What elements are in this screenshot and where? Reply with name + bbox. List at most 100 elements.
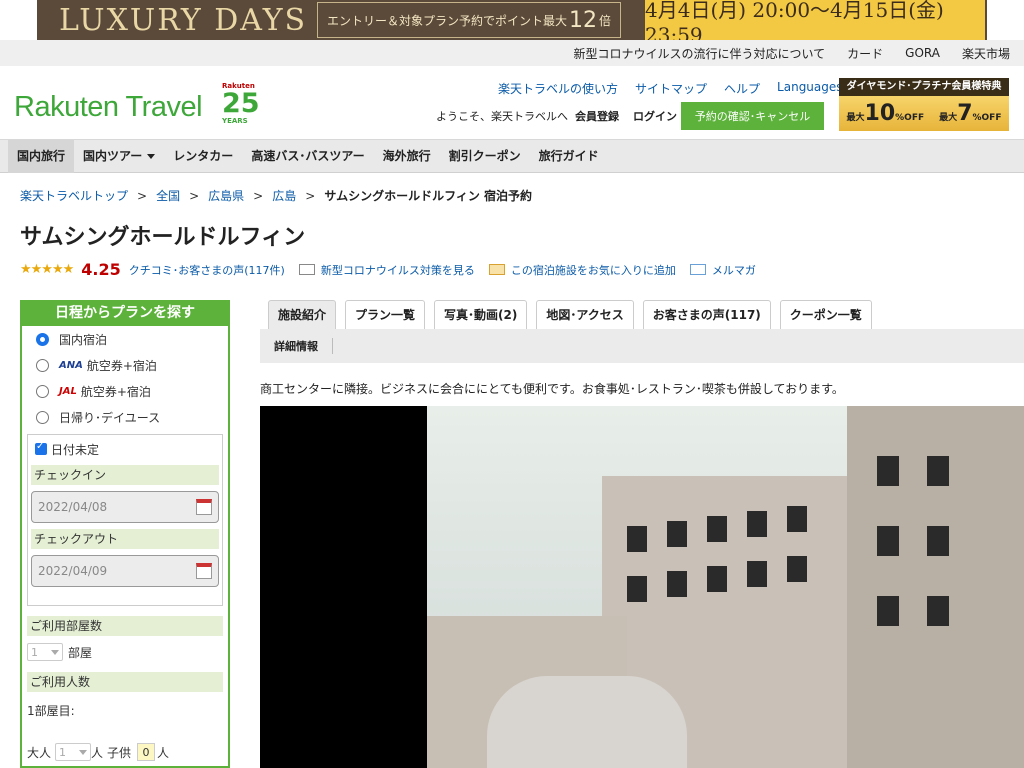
breadcrumb-sep: > (189, 188, 200, 203)
radio-icon[interactable] (36, 384, 49, 398)
util-link-covid[interactable]: 新型コロナウイルスの流行に伴う対応について (574, 45, 826, 62)
rooms-unit: 部屋 (68, 645, 93, 660)
nav-overseas[interactable]: 海外旅行 (374, 140, 440, 173)
window-shape (707, 566, 727, 592)
favorite-icon (488, 264, 505, 275)
rooms-select[interactable]: 1 (27, 643, 63, 661)
breadcrumb-sep: > (305, 188, 316, 203)
window-shape (787, 556, 807, 582)
child-input[interactable]: 0 (137, 743, 156, 761)
member-benefit-offers: 最大10%OFF 最大7%OFF (839, 96, 1009, 131)
hotel-building-image (427, 406, 1024, 768)
nav-domestic[interactable]: 国内旅行 (8, 139, 75, 173)
offer-platinum: 最大7%OFF (939, 101, 1001, 126)
option-jal[interactable]: JAL 航空券+宿泊 (22, 378, 228, 404)
child-unit: 人 (157, 745, 170, 760)
rating-score: 4.25 (81, 260, 121, 279)
tab-overview[interactable]: 施設紹介 (268, 300, 337, 329)
option-jal-label: 航空券+宿泊 (80, 384, 151, 399)
util-link-ichiba[interactable]: 楽天市場 (962, 45, 1010, 62)
calendar-icon[interactable] (196, 499, 212, 515)
welcome-text: ようこそ、楽天トラベルへ (436, 110, 568, 123)
offer-diamond: 最大10%OFF (847, 101, 925, 126)
breadcrumb-sep: > (137, 188, 148, 203)
tab-map[interactable]: 地図･アクセス (536, 300, 634, 329)
help-link[interactable]: ヘルプ (724, 80, 760, 97)
breadcrumb-current: サムシングホールドルフィン 宿泊予約 (324, 189, 533, 203)
promo-banner[interactable]: LUXURY DAYS エントリー＆対象プラン予約でポイント最大 12 倍 4月… (37, 0, 987, 47)
covid-icon (298, 264, 315, 275)
header-links: 楽天トラベルの使い方 サイトマップ ヘルプ Languages (498, 80, 873, 97)
mail-magazine-link[interactable]: メルマガ (712, 262, 756, 278)
window-shape (787, 506, 807, 532)
nav-rentacar[interactable]: レンタカー (164, 140, 242, 173)
ana-logo-icon: ANA (59, 359, 83, 371)
window-shape (747, 561, 767, 587)
covid-measures-link[interactable]: 新型コロナウイルス対策を見る (321, 262, 475, 278)
window-shape (927, 526, 949, 556)
window-shape (877, 456, 899, 486)
reservation-check-button[interactable]: 予約の確認･キャンセル (681, 102, 824, 130)
checkin-value: 2022/04/08 (38, 500, 108, 514)
anniversary-logo-num: 25 (222, 88, 260, 119)
option-ana-label: 航空券+宿泊 (86, 358, 157, 373)
member-benefit-title: ダイヤモンド･プラチナ会員様特典 (839, 78, 1009, 96)
calendar-icon[interactable] (196, 563, 212, 579)
window-shape (707, 516, 727, 542)
radio-icon[interactable] (36, 358, 49, 372)
add-favorite-link[interactable]: この宿泊施設をお気に入りに追加 (511, 262, 676, 278)
window-shape (927, 596, 949, 626)
nav-domestic-tour[interactable]: 国内ツアー (74, 140, 164, 173)
option-ana[interactable]: ANA 航空券+宿泊 (22, 352, 228, 378)
radio-icon[interactable] (36, 332, 49, 346)
room1-label: 1部屋目: (27, 703, 75, 718)
utility-nav: 新型コロナウイルスの流行に伴う対応について カード GORA 楽天市場 (0, 40, 1024, 66)
window-shape (877, 526, 899, 556)
checkout-input[interactable]: 2022/04/09 (31, 555, 219, 587)
breadcrumb-all[interactable]: 全国 (156, 187, 180, 204)
adult-unit: 人 (91, 745, 104, 760)
nav-coupon[interactable]: 割引クーポン (440, 140, 530, 173)
radio-icon[interactable] (36, 410, 49, 424)
option-dayuse[interactable]: 日帰り･デイユース (22, 404, 228, 430)
adult-label: 大人 (27, 745, 52, 760)
star-rating-icon: ★★★★★ (20, 262, 74, 277)
util-link-gora[interactable]: GORA (905, 46, 940, 60)
date-undecided-checkbox[interactable]: 日付未定 (31, 439, 219, 459)
hotel-photo[interactable] (260, 406, 1024, 768)
hotel-title: サムシングホールドルフィン (20, 225, 306, 250)
rakuten-travel-logo[interactable]: Rakuten Travel (14, 91, 203, 124)
howto-link[interactable]: 楽天トラベルの使い方 (498, 80, 618, 97)
breadcrumb-city[interactable]: 広島 (272, 187, 296, 204)
sitemap-link[interactable]: サイトマップ (635, 80, 707, 97)
option-domestic[interactable]: 国内宿泊 (22, 326, 228, 352)
tab-photos[interactable]: 写真･動画(2) (434, 300, 528, 329)
util-link-card[interactable]: カード (847, 45, 883, 62)
nav-bus[interactable]: 高速バス･バスツアー (242, 140, 373, 173)
child-label: 子供 (107, 745, 132, 760)
register-link[interactable]: 会員登録 (575, 108, 619, 124)
banner-promo-pre: エントリー＆対象プラン予約でポイント最大 (326, 13, 567, 28)
breadcrumb: 楽天トラベルトップ > 全国 > 広島県 > 広島 > サムシングホールドルフィ… (20, 187, 532, 204)
checkbox-icon[interactable] (35, 441, 47, 455)
window-shape (667, 521, 687, 547)
nav-guide[interactable]: 旅行ガイド (530, 140, 608, 173)
tab-reviews[interactable]: お客さまの声(117) (642, 300, 771, 329)
checkin-input[interactable]: 2022/04/08 (31, 491, 219, 523)
login-link[interactable]: ログイン (633, 108, 677, 124)
building-shape (487, 676, 687, 768)
member-benefit-banner[interactable]: ダイヤモンド･プラチナ会員様特典 最大10%OFF 最大7%OFF (839, 78, 1009, 131)
tab-plans[interactable]: プラン一覧 (345, 300, 426, 329)
checkout-value: 2022/04/09 (38, 564, 108, 578)
rooms-row: 1 部屋 (27, 642, 223, 662)
adult-select[interactable]: 1 (55, 743, 92, 761)
breadcrumb-top[interactable]: 楽天トラベルトップ (20, 187, 128, 204)
banner-dates: 4月4日(月) 20:00～4月15日(金) 23:59 (645, 0, 985, 47)
tab-coupons[interactable]: クーポン一覧 (779, 300, 872, 329)
reviews-link[interactable]: クチコミ･お客さまの声(117件) (129, 262, 285, 278)
breadcrumb-pref[interactable]: 広島県 (208, 187, 244, 204)
rooms-value: 1 (31, 645, 38, 659)
option-dayuse-label: 日帰り･デイユース (59, 410, 161, 425)
breadcrumb-sep: > (253, 188, 264, 203)
subtab-details[interactable]: 詳細情報 (274, 338, 333, 354)
